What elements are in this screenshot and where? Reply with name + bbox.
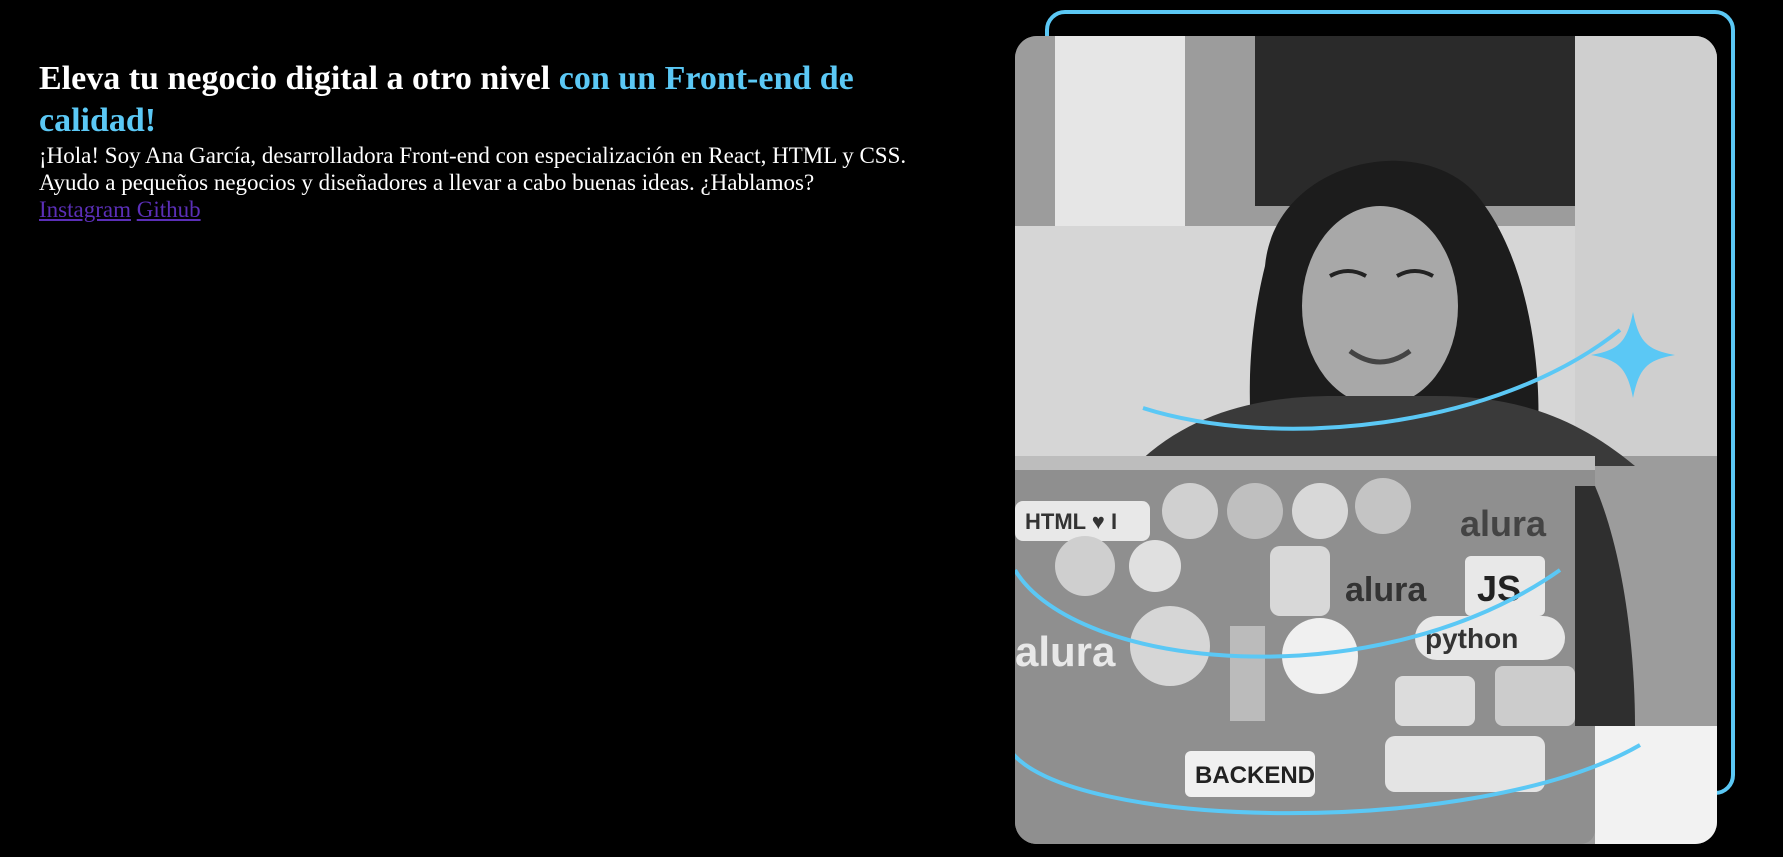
portrait-illustration: HTML ♥ I alura JS alura python alura BAC… [1015, 36, 1717, 844]
sticker-alura-1: alura [1460, 503, 1547, 544]
sticker-alura-3: alura [1015, 628, 1116, 675]
hero-image-container: HTML ♥ I alura JS alura python alura BAC… [1015, 10, 1745, 844]
hero-description: ¡Hola! Soy Ana García, desarrolladora Fr… [39, 142, 959, 196]
github-link[interactable]: Github [137, 197, 201, 222]
portrait-photo: HTML ♥ I alura JS alura python alura BAC… [1015, 36, 1717, 844]
hero-description-line2: Ayudo a pequeños negocios y diseñadores … [39, 170, 815, 195]
instagram-link[interactable]: Instagram [39, 197, 131, 222]
hero-section: Eleva tu negocio digital a otro nivel co… [39, 58, 959, 223]
hero-description-line1: ¡Hola! Soy Ana García, desarrolladora Fr… [39, 143, 907, 168]
sticker-js: JS [1477, 568, 1521, 609]
sticker-python: python [1425, 623, 1518, 654]
sticker-html: HTML ♥ I [1025, 509, 1117, 534]
sticker-alura-2: alura [1345, 571, 1427, 609]
hero-title-plain: Eleva tu negocio digital a otro nivel [39, 60, 559, 97]
social-links: Instagram Github [39, 196, 959, 223]
hero-title: Eleva tu negocio digital a otro nivel co… [39, 58, 959, 142]
sticker-backend: BACKEND [1195, 762, 1315, 789]
